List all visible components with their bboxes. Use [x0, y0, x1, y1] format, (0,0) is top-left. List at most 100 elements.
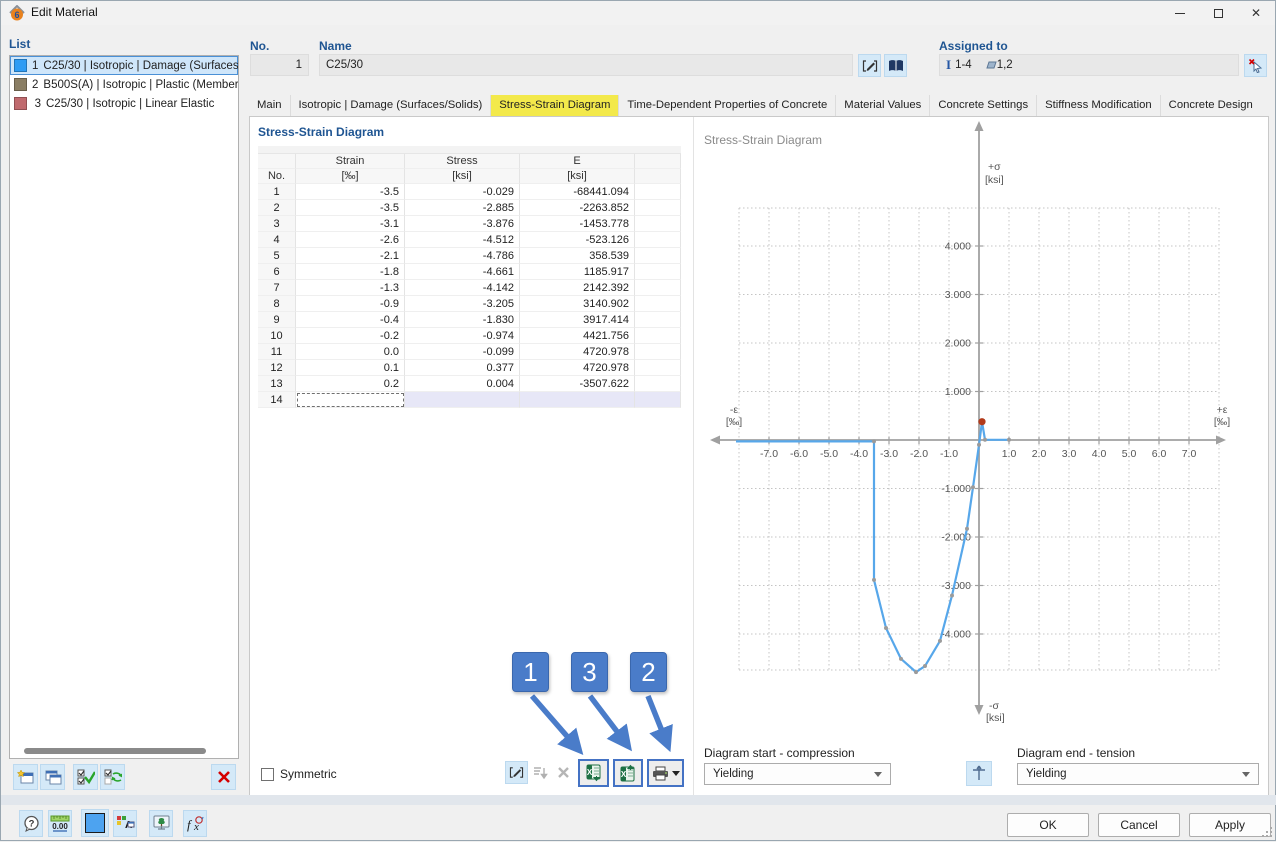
value-cell[interactable]: -1.3 — [296, 280, 405, 296]
select-objects-button[interactable] — [1244, 54, 1267, 77]
diagram-start-dropdown[interactable]: Yielding — [704, 763, 891, 785]
value-cell[interactable]: -1453.778 — [520, 216, 635, 232]
symmetric-checkbox[interactable] — [261, 768, 274, 781]
value-cell[interactable]: -68441.094 — [520, 184, 635, 200]
value-cell[interactable]: -4.786 — [405, 248, 520, 264]
print-options-caret[interactable] — [672, 771, 680, 776]
table-row[interactable]: 10-0.2-0.9744421.756 — [258, 328, 681, 344]
value-cell[interactable]: -0.4 — [296, 312, 405, 328]
help-button[interactable]: ? — [19, 810, 43, 837]
tab-stiffness-modification[interactable]: Stiffness Modification — [1036, 95, 1160, 116]
list-horizontal-scrollbar[interactable] — [24, 748, 206, 754]
invert-selection-button[interactable] — [100, 764, 125, 790]
value-cell[interactable] — [635, 264, 681, 280]
material-listbox[interactable]: 1C25/30 | Isotropic | Damage (Surfaces/S… — [9, 55, 239, 759]
value-cell[interactable]: 3140.902 — [520, 296, 635, 312]
material-library-button[interactable] — [884, 54, 907, 77]
value-cell[interactable] — [635, 312, 681, 328]
minimize-button[interactable] — [1161, 1, 1199, 25]
value-cell[interactable]: 0.004 — [405, 376, 520, 392]
tab-concrete-settings[interactable]: Concrete Settings — [929, 95, 1036, 116]
new-material-button[interactable] — [13, 764, 38, 790]
value-cell[interactable]: -2263.852 — [520, 200, 635, 216]
select-all-button[interactable] — [73, 764, 98, 790]
tab-stress-strain-diagram[interactable]: Stress-Strain Diagram — [490, 95, 618, 116]
table-row[interactable]: 1-3.5-0.029-68441.094 — [258, 184, 681, 200]
table-row[interactable]: 120.10.3774720.978 — [258, 360, 681, 376]
value-cell[interactable]: -4.142 — [405, 280, 520, 296]
value-cell[interactable] — [635, 248, 681, 264]
value-cell[interactable] — [405, 392, 520, 408]
apply-button[interactable]: Apply — [1189, 813, 1271, 837]
delete-material-button[interactable] — [211, 764, 236, 790]
value-cell[interactable]: -3.5 — [296, 200, 405, 216]
value-cell[interactable]: -2.1 — [296, 248, 405, 264]
value-cell[interactable]: 0.1 — [296, 360, 405, 376]
value-cell[interactable]: -2.885 — [405, 200, 520, 216]
table-row[interactable]: 14 — [258, 392, 681, 408]
value-cell[interactable]: -0.029 — [405, 184, 520, 200]
value-cell[interactable]: -0.9 — [296, 296, 405, 312]
tab-material-values[interactable]: Material Values — [835, 95, 929, 116]
material-name-field[interactable]: C25/30 — [319, 54, 853, 76]
tab-concrete-design[interactable]: Concrete Design — [1160, 95, 1261, 116]
list-item-3[interactable]: 3C25/30 | Isotropic | Linear Elastic — [10, 94, 238, 113]
value-cell[interactable]: -0.2 — [296, 328, 405, 344]
copy-material-button[interactable] — [40, 764, 65, 790]
units-settings-button[interactable]: 0.00 — [48, 810, 72, 837]
display-in-model-button[interactable] — [149, 810, 173, 837]
list-item-1[interactable]: 1C25/30 | Isotropic | Damage (Surfaces/S… — [10, 56, 238, 75]
import-from-excel-button[interactable]: X — [578, 759, 609, 787]
table-row[interactable]: 4-2.6-4.512-523.126 — [258, 232, 681, 248]
value-cell[interactable]: -1.830 — [405, 312, 520, 328]
table-row[interactable]: 130.20.004-3507.622 — [258, 376, 681, 392]
delete-rows-button[interactable] — [552, 761, 574, 784]
edit-in-dialog-button[interactable] — [505, 761, 528, 784]
value-cell[interactable]: 358.539 — [520, 248, 635, 264]
value-cell[interactable]: -4.661 — [405, 264, 520, 280]
formula-button[interactable]: fx — [183, 810, 207, 837]
close-button[interactable]: ✕ — [1237, 1, 1275, 25]
value-cell[interactable]: -0.099 — [405, 344, 520, 360]
value-cell[interactable]: 0.2 — [296, 376, 405, 392]
value-cell[interactable]: -1.8 — [296, 264, 405, 280]
value-cell[interactable]: 0.0 — [296, 344, 405, 360]
value-cell[interactable] — [635, 392, 681, 408]
value-cell[interactable]: -3507.622 — [520, 376, 635, 392]
table-row[interactable]: 2-3.5-2.885-2263.852 — [258, 200, 681, 216]
maximize-button[interactable] — [1199, 1, 1237, 25]
value-cell[interactable]: -2.6 — [296, 232, 405, 248]
diagram-end-dropdown[interactable]: Yielding — [1017, 763, 1259, 785]
value-cell[interactable] — [635, 376, 681, 392]
value-cell[interactable] — [635, 200, 681, 216]
display-properties-button[interactable]: A — [113, 810, 137, 837]
value-cell[interactable]: 0.377 — [405, 360, 520, 376]
value-cell[interactable] — [635, 232, 681, 248]
table-row[interactable]: 110.0-0.0994720.978 — [258, 344, 681, 360]
rename-material-button[interactable] — [858, 54, 881, 77]
table-row[interactable]: 7-1.3-4.1422142.392 — [258, 280, 681, 296]
value-cell[interactable] — [520, 392, 635, 408]
value-cell[interactable]: -523.126 — [520, 232, 635, 248]
table-row[interactable]: 5-2.1-4.786358.539 — [258, 248, 681, 264]
table-row[interactable]: 3-3.1-3.876-1453.778 — [258, 216, 681, 232]
value-cell[interactable] — [635, 344, 681, 360]
value-cell[interactable]: -4.512 — [405, 232, 520, 248]
resize-grip[interactable] — [1261, 826, 1273, 838]
value-cell[interactable] — [635, 296, 681, 312]
value-cell[interactable]: -3.5 — [296, 184, 405, 200]
value-cell[interactable] — [635, 280, 681, 296]
tab-time-dependent-properties-of-concrete[interactable]: Time-Dependent Properties of Concrete — [618, 95, 835, 116]
table-row[interactable]: 8-0.9-3.2053140.902 — [258, 296, 681, 312]
material-color-swatch[interactable] — [81, 809, 109, 837]
value-cell[interactable]: -3.205 — [405, 296, 520, 312]
export-to-excel-button[interactable]: X — [613, 759, 643, 787]
value-cell[interactable] — [635, 216, 681, 232]
list-item-2[interactable]: 2B500S(A) | Isotropic | Plastic (Members… — [10, 75, 238, 94]
value-cell[interactable] — [296, 392, 405, 408]
value-cell[interactable] — [635, 360, 681, 376]
table-row[interactable]: 9-0.4-1.8303917.414 — [258, 312, 681, 328]
sort-rows-button[interactable] — [529, 761, 551, 784]
value-cell[interactable]: 4720.978 — [520, 344, 635, 360]
cancel-button[interactable]: Cancel — [1098, 813, 1180, 837]
